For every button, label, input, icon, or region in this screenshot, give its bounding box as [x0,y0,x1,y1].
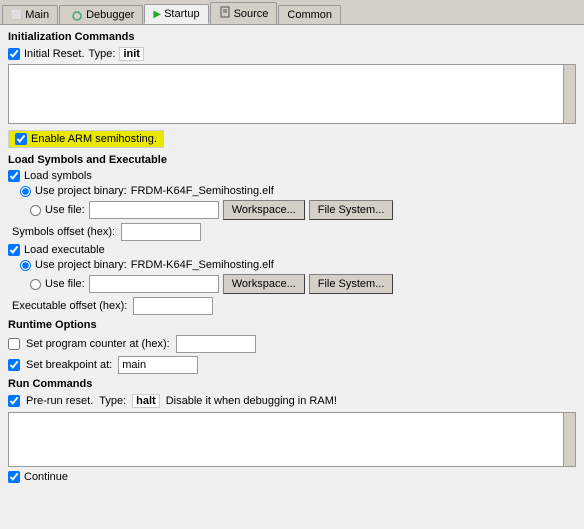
tab-common-label: Common [287,9,332,21]
load-symbols-title: Load Symbols and Executable [8,154,576,166]
set-breakpoint-row: Set breakpoint at: [8,356,576,374]
set-breakpoint-input[interactable] [118,356,198,374]
workspace-button[interactable]: Workspace... [223,200,305,220]
use-file2-row: Use file: Workspace... File System... [8,274,576,294]
use-project-binary-label: Use project binary: [35,185,127,197]
init-scrollbar[interactable] [563,65,575,123]
symbols-offset-label: Symbols offset (hex): [12,226,115,238]
enable-arm-label: Enable ARM semihosting. [31,133,157,145]
use-project-binary-radio[interactable] [20,186,31,197]
runtime-options-title: Runtime Options [8,319,576,331]
main-icon: ⬜ [11,10,22,21]
tab-startup-label: Startup [164,8,199,20]
load-executable-row: Load executable [8,244,576,256]
tab-source[interactable]: Source [210,2,278,24]
use-project-binary2-radio[interactable] [20,260,31,271]
load-executable-checkbox[interactable] [8,244,20,256]
type-value-init: init [119,47,144,61]
init-commands-title: Initialization Commands [8,31,576,43]
tab-debugger-label: Debugger [86,9,134,21]
pre-run-reset-label: Pre-run reset. [26,395,93,407]
use-file2-label: Use file: [45,278,85,290]
load-symbols-row: Load symbols [8,170,576,182]
initial-reset-row: Initial Reset. Type: init [8,47,576,61]
bug-icon [71,9,83,21]
set-pc-checkbox[interactable] [8,338,20,350]
initial-reset-checkbox[interactable] [8,48,20,60]
run-type-value: halt [132,394,160,408]
use-file-input[interactable] [89,201,219,219]
tab-bar: ⬜ Main Debugger ▶ Startup Source Common [0,0,584,25]
run-textarea[interactable] [9,413,575,466]
workspace2-button[interactable]: Workspace... [223,274,305,294]
enable-arm-checkbox[interactable] [15,133,27,145]
load-symbols-checkbox[interactable] [8,170,20,182]
use-project-binary2-label: Use project binary: [35,259,127,271]
init-textarea-container [8,64,576,124]
continue-row: Continue [8,471,576,483]
use-project-binary-row: Use project binary: FRDM-K64F_Semihostin… [8,185,576,197]
symbols-offset-input[interactable] [121,223,201,241]
symbols-offset-row: Symbols offset (hex): [8,223,576,241]
pre-run-reset-row: Pre-run reset. Type: halt Disable it whe… [8,394,576,408]
run-type-label: Type: [99,395,126,407]
set-breakpoint-label: Set breakpoint at: [26,359,112,371]
set-pc-row: Set program counter at (hex): [8,335,576,353]
disable-label: Disable it when debugging in RAM! [166,395,337,407]
use-project-binary2-row: Use project binary: FRDM-K64F_Semihostin… [8,259,576,271]
use-file-label: Use file: [45,204,85,216]
enable-arm-row: Enable ARM semihosting. [8,130,164,148]
use-file2-input[interactable] [89,275,219,293]
tab-main[interactable]: ⬜ Main [2,5,58,24]
init-commands-section: Initialization Commands Initial Reset. T… [8,31,576,124]
tab-debugger[interactable]: Debugger [59,5,143,24]
filesystem-button[interactable]: File System... [309,200,394,220]
run-commands-section: Run Commands Pre-run reset. Type: halt D… [8,378,576,467]
use-project-binary-value: FRDM-K64F_Semihosting.elf [131,185,274,197]
tab-main-label: Main [25,9,49,21]
run-scrollbar[interactable] [563,413,575,466]
main-content: Initialization Commands Initial Reset. T… [0,25,584,492]
tab-common[interactable]: Common [278,5,341,24]
pre-run-reset-checkbox[interactable] [8,395,20,407]
load-symbols-label: Load symbols [24,170,92,182]
set-pc-label: Set program counter at (hex): [26,338,170,350]
initial-reset-label: Initial Reset. [24,48,85,60]
executable-offset-row: Executable offset (hex): [8,297,576,315]
continue-checkbox[interactable] [8,471,20,483]
runtime-options-section: Runtime Options Set program counter at (… [8,319,576,374]
use-file2-radio[interactable] [30,279,41,290]
use-file-row: Use file: Workspace... File System... [8,200,576,220]
startup-icon: ▶ [153,9,161,20]
filesystem2-button[interactable]: File System... [309,274,394,294]
set-pc-input[interactable] [176,335,256,353]
load-symbols-section: Load Symbols and Executable Load symbols… [8,154,576,315]
source-icon [219,6,231,21]
continue-label: Continue [24,471,68,483]
run-commands-title: Run Commands [8,378,576,390]
load-executable-label: Load executable [24,244,105,256]
init-textarea[interactable] [9,65,575,123]
type-label: Type: [89,48,116,60]
run-textarea-container [8,412,576,467]
tab-source-label: Source [234,8,269,20]
executable-offset-input[interactable] [133,297,213,315]
tab-startup[interactable]: ▶ Startup [144,4,208,24]
use-project-binary2-value: FRDM-K64F_Semihosting.elf [131,259,274,271]
executable-offset-label: Executable offset (hex): [12,300,127,312]
use-file-radio[interactable] [30,205,41,216]
set-breakpoint-checkbox[interactable] [8,359,20,371]
